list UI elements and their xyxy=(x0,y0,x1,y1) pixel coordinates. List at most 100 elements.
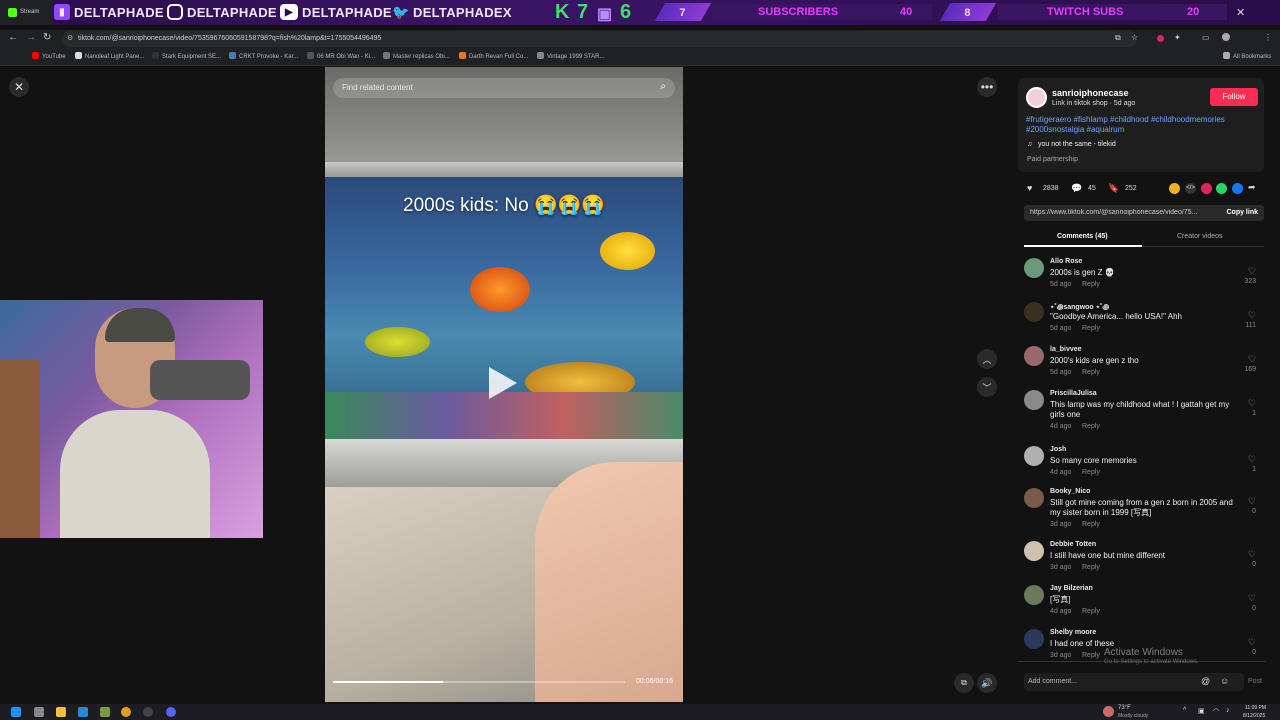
post-hashtags[interactable]: #frutigeraero #fishlamp #childhood #chil… xyxy=(1026,115,1258,135)
reply-button[interactable]: Reply xyxy=(1082,423,1100,430)
comment-avatar[interactable] xyxy=(1024,302,1044,322)
discord-icon[interactable] xyxy=(166,707,176,717)
file-explorer-icon[interactable] xyxy=(56,707,66,717)
like-icon[interactable]: ♥ xyxy=(1027,183,1032,193)
comment-author[interactable]: ⋆˚꩜sangwoo ⋆˚꩜ xyxy=(1050,302,1109,312)
comment-author[interactable]: la_bivvee xyxy=(1050,346,1082,353)
video-search-field[interactable]: Find related content ⌕ xyxy=(333,78,675,98)
add-comment-field[interactable]: Add comment... @ ☺ xyxy=(1024,673,1244,691)
comment-author[interactable]: Allo Rose xyxy=(1050,258,1082,265)
profile-icon[interactable] xyxy=(1222,33,1230,41)
clock-time[interactable]: 11:09 PM xyxy=(1245,705,1266,711)
bookmark-star-icon[interactable]: ☆ xyxy=(1131,33,1138,42)
reply-button[interactable]: Reply xyxy=(1082,469,1100,476)
comment-avatar[interactable] xyxy=(1024,541,1044,561)
comment-like-icon[interactable]: ♡ xyxy=(1248,354,1256,365)
more-options-icon[interactable]: ••• xyxy=(977,77,997,97)
url-field[interactable]: ⚙ tiktok.com/@sanrioiphonecase/video/753… xyxy=(62,31,1137,47)
comment-author[interactable]: Shelby moore xyxy=(1050,629,1096,636)
bookmark-item[interactable]: 06 MR Obi Wan - Ki... xyxy=(307,52,375,60)
bookmark-item[interactable]: Master replicas Obi... xyxy=(383,52,450,60)
play-icon[interactable] xyxy=(489,367,517,399)
comment-author[interactable]: Booky_Nico xyxy=(1050,488,1090,495)
embed-icon[interactable]: </> xyxy=(1185,183,1196,194)
reply-button[interactable]: Reply xyxy=(1082,369,1100,376)
extensions-puzzle-icon[interactable]: ✦ xyxy=(1174,33,1181,42)
comment-avatar[interactable] xyxy=(1024,488,1044,508)
author-avatar[interactable] xyxy=(1026,87,1047,108)
bookmark-icon[interactable]: 🔖 xyxy=(1108,183,1119,194)
share-send-icon[interactable] xyxy=(1201,183,1212,194)
comment-like-icon[interactable]: ♡ xyxy=(1248,593,1256,604)
comment-avatar[interactable] xyxy=(1024,258,1044,278)
tab-creator-videos[interactable]: Creator videos xyxy=(1177,233,1223,240)
bookmark-item[interactable]: Stark Equipment SE... xyxy=(152,52,221,60)
post-sound[interactable]: you not the same - tilekid xyxy=(1038,141,1116,148)
author-username[interactable]: sanrioiphonecase xyxy=(1052,88,1129,98)
all-bookmarks[interactable]: All Bookmarks xyxy=(1223,52,1271,60)
back-icon[interactable]: ← xyxy=(8,32,18,43)
close-icon[interactable]: ✕ xyxy=(9,77,29,97)
install-icon[interactable]: ⧉ xyxy=(1115,33,1121,43)
reply-button[interactable]: Reply xyxy=(1082,564,1100,571)
bookmark-item[interactable]: Darth Revan Full Co... xyxy=(459,52,528,60)
comment-avatar[interactable] xyxy=(1024,585,1044,605)
comment-avatar[interactable] xyxy=(1024,346,1044,366)
share-coin-icon[interactable] xyxy=(1169,183,1180,194)
comment-author[interactable]: Jay Bilzerian xyxy=(1050,585,1093,592)
minecraft-icon[interactable] xyxy=(100,707,110,717)
comment-avatar[interactable] xyxy=(1024,390,1044,410)
tray-app-icon[interactable]: ▣ xyxy=(1198,707,1205,715)
sidepanel-icon[interactable]: ▭ xyxy=(1202,33,1210,42)
reply-button[interactable]: Reply xyxy=(1082,608,1100,615)
site-info-icon[interactable]: ⚙ xyxy=(67,31,73,47)
close-window-icon[interactable]: ✕ xyxy=(1236,6,1245,19)
picture-in-picture-icon[interactable]: ⧉ xyxy=(954,673,974,693)
comment-like-icon[interactable]: ♡ xyxy=(1248,549,1256,560)
reply-button[interactable]: Reply xyxy=(1082,652,1100,659)
comment-avatar[interactable] xyxy=(1024,629,1044,649)
comment-like-icon[interactable]: ♡ xyxy=(1248,266,1256,277)
volume-icon[interactable]: 🔊 xyxy=(977,673,997,693)
speaker-icon[interactable]: ♪ xyxy=(1226,707,1230,714)
comment-like-icon[interactable]: ♡ xyxy=(1248,454,1256,465)
post-comment-button[interactable]: Post xyxy=(1248,678,1262,685)
comment-author[interactable]: Josh xyxy=(1050,446,1066,453)
obs-icon[interactable] xyxy=(143,707,153,717)
share-arrow-icon[interactable]: ➦ xyxy=(1248,182,1256,193)
reply-button[interactable]: Reply xyxy=(1082,521,1100,528)
comment-like-icon[interactable]: ♡ xyxy=(1248,637,1256,648)
mention-icon[interactable]: @ xyxy=(1201,676,1210,686)
app-icon[interactable] xyxy=(78,707,88,717)
forward-icon[interactable]: → xyxy=(26,32,36,43)
extension-icon[interactable] xyxy=(1157,35,1164,42)
search-icon[interactable]: ⌕ xyxy=(660,81,666,92)
browser-tab[interactable]: Stream xyxy=(0,0,52,25)
previous-video-icon[interactable]: ︿ xyxy=(977,349,997,369)
comment-author[interactable]: PriscillaJulisa xyxy=(1050,390,1097,397)
bookmark-item[interactable]: Nanoleaf Light Pane... xyxy=(75,52,144,60)
reply-button[interactable]: Reply xyxy=(1082,281,1100,288)
comment-avatar[interactable] xyxy=(1024,446,1044,466)
start-icon[interactable] xyxy=(11,707,21,717)
bookmark-item[interactable]: CRKT Provoke - Kar... xyxy=(229,52,298,60)
next-video-icon[interactable]: ﹀ xyxy=(977,377,997,397)
task-view-icon[interactable] xyxy=(34,707,44,717)
reload-icon[interactable]: ↻ xyxy=(43,32,51,43)
whatsapp-icon[interactable] xyxy=(1216,183,1227,194)
bookmark-item[interactable]: Vintage 1999 STAR... xyxy=(537,52,604,60)
comment-icon[interactable]: 💬 xyxy=(1071,183,1082,194)
menu-icon[interactable]: ⋮ xyxy=(1264,33,1272,42)
tray-chevron-icon[interactable]: ^ xyxy=(1183,707,1186,714)
chrome-icon[interactable] xyxy=(121,707,131,717)
wifi-icon[interactable]: ◠ xyxy=(1213,707,1219,715)
comment-author[interactable]: Debbie Totten xyxy=(1050,541,1096,548)
emoji-icon[interactable]: ☺ xyxy=(1220,676,1229,686)
copy-link-button[interactable]: Copy link xyxy=(1226,209,1258,216)
comment-like-icon[interactable]: ♡ xyxy=(1248,398,1256,409)
facebook-icon[interactable] xyxy=(1232,183,1243,194)
reply-button[interactable]: Reply xyxy=(1082,325,1100,332)
tab-comments[interactable]: Comments (45) xyxy=(1057,233,1108,240)
clock-date[interactable]: 8/12/2025 xyxy=(1243,713,1265,719)
bookmark-item[interactable]: YouTube xyxy=(32,52,66,60)
